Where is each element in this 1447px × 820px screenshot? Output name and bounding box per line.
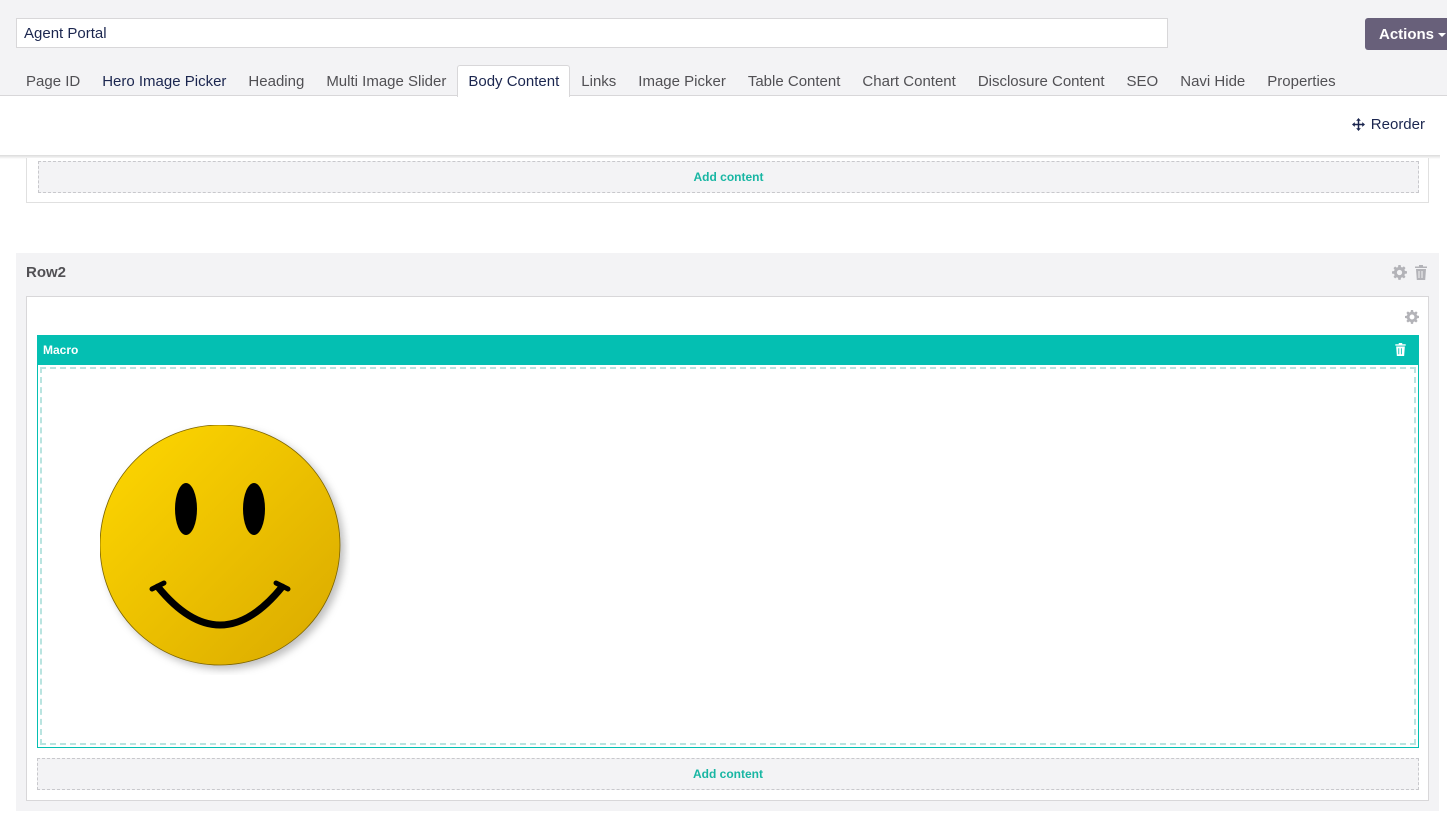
row2-section: Row2 Macro Add content <box>16 253 1439 811</box>
cell-settings-gear-icon[interactable] <box>1405 310 1419 324</box>
tab-disclosure-content[interactable]: Disclosure Content <box>967 65 1116 96</box>
row2-tools <box>1392 265 1427 280</box>
actions-label: Actions <box>1379 25 1435 43</box>
content-tabs: Page ID Hero Image Picker Heading Multi … <box>15 65 1347 97</box>
tab-page-id[interactable]: Page ID <box>15 65 91 96</box>
tab-table-content[interactable]: Table Content <box>737 65 852 96</box>
move-icon <box>1351 118 1365 131</box>
macro-delete-trash-icon[interactable] <box>1395 343 1406 356</box>
row-settings-gear-icon[interactable] <box>1392 265 1407 280</box>
tab-links[interactable]: Links <box>570 65 627 96</box>
caret-down-icon <box>1438 33 1447 37</box>
row-delete-trash-icon[interactable] <box>1415 265 1427 280</box>
row1-container: Add content <box>26 158 1429 203</box>
row1-add-content-button[interactable]: Add content <box>38 161 1419 193</box>
macro-header[interactable]: Macro <box>37 335 1419 365</box>
editor-header: Actions Page ID Hero Image Picker Headin… <box>0 0 1447 97</box>
tab-body-content[interactable]: Body Content <box>457 65 571 97</box>
actions-button[interactable]: Actions <box>1365 18 1447 50</box>
tab-navi-hide[interactable]: Navi Hide <box>1169 65 1256 96</box>
tab-image-picker[interactable]: Image Picker <box>627 65 737 96</box>
tab-properties[interactable]: Properties <box>1256 65 1346 96</box>
tab-seo[interactable]: SEO <box>1116 65 1170 96</box>
row2-cell: Macro Add content <box>26 296 1429 801</box>
page-name-input[interactable] <box>16 18 1168 48</box>
row2-title: Row2 <box>26 264 67 281</box>
row2-add-content-button[interactable]: Add content <box>37 758 1419 790</box>
macro-label: Macro <box>43 343 79 357</box>
tab-multi-image-slider[interactable]: Multi Image Slider <box>315 65 457 96</box>
reorder-label: Reorder <box>1370 116 1425 133</box>
row1-add-content-label: Add content <box>693 170 764 184</box>
tab-chart-content[interactable]: Chart Content <box>851 65 966 96</box>
macro-content[interactable] <box>37 365 1419 748</box>
reorder-button[interactable]: Reorder <box>1351 116 1425 133</box>
smiley-face-image <box>100 425 341 666</box>
tab-hero-image-picker[interactable]: Hero Image Picker <box>91 65 237 96</box>
row2-add-content-label: Add content <box>693 767 763 781</box>
tab-heading[interactable]: Heading <box>237 65 315 96</box>
